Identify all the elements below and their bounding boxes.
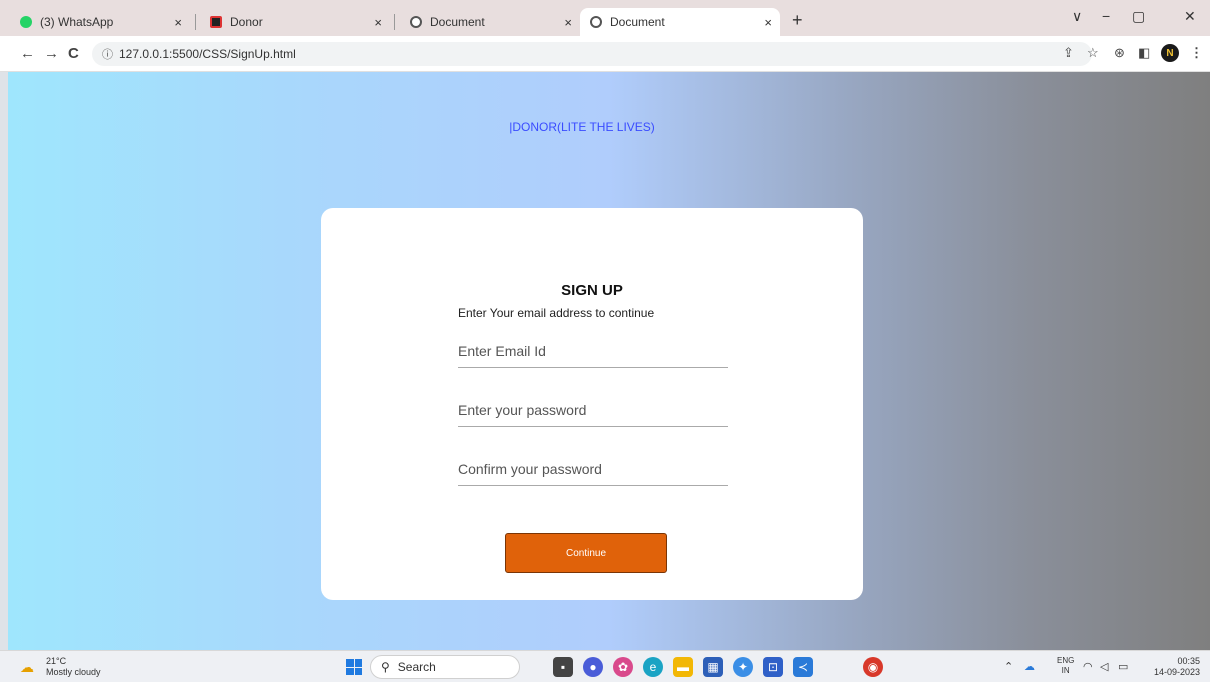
search-icon: ⚲ xyxy=(381,660,390,674)
lang-bottom: IN xyxy=(1061,666,1070,675)
browser-toolbar: ← → C ⓘ 127.0.0.1:5500/CSS/SignUp.html ⇪… xyxy=(0,36,1210,72)
signup-card: SIGN UP Enter Your email address to cont… xyxy=(321,208,863,600)
task-view-icon[interactable]: ▪ xyxy=(553,657,573,677)
windows-logo-icon xyxy=(354,659,362,667)
system-clock[interactable]: 00:35 14-09-2023 xyxy=(1148,656,1200,678)
close-window-icon[interactable]: ✕ xyxy=(1184,8,1196,25)
reload-icon[interactable]: C xyxy=(68,45,79,62)
weather-widget[interactable]: 21°C Mostly cloudy xyxy=(46,656,101,678)
windows-logo-icon xyxy=(346,659,354,667)
folder-icon[interactable]: ▬ xyxy=(673,657,693,677)
tab-title: Donor xyxy=(230,15,263,29)
volume-icon[interactable]: ◁ xyxy=(1100,660,1108,673)
battery-icon[interactable]: ▭ xyxy=(1118,660,1128,673)
signup-title: SIGN UP xyxy=(561,282,623,299)
share-icon[interactable]: ⇪ xyxy=(1063,45,1074,61)
vscode-icon[interactable]: ≺ xyxy=(793,657,813,677)
new-tab-button[interactable]: + xyxy=(792,10,803,31)
edge-icon[interactable]: e xyxy=(643,657,663,677)
whatsapp-icon xyxy=(20,16,32,28)
tab-search-icon[interactable]: ∨ xyxy=(1072,8,1082,25)
forward-icon[interactable]: → xyxy=(44,45,59,62)
confirm-password-field[interactable] xyxy=(458,452,728,486)
tab-title: Document xyxy=(610,15,665,29)
url-text: 127.0.0.1:5500/CSS/SignUp.html xyxy=(119,47,296,61)
lang-top: ENG xyxy=(1057,656,1075,665)
meet-icon[interactable]: ● xyxy=(583,657,603,677)
address-bar[interactable]: ⓘ 127.0.0.1:5500/CSS/SignUp.html xyxy=(92,42,1092,66)
tab-donor[interactable]: Donor × xyxy=(200,8,390,36)
tab-separator xyxy=(195,14,196,30)
photos-icon[interactable]: ✿ xyxy=(613,657,633,677)
email-field[interactable] xyxy=(458,334,728,368)
tab-separator xyxy=(394,14,395,30)
minimize-icon[interactable]: − xyxy=(1102,8,1110,24)
site-info-icon[interactable]: ⓘ xyxy=(102,46,113,62)
chrome-icon[interactable]: ◉ xyxy=(863,657,883,677)
store-icon[interactable]: ▦ xyxy=(703,657,723,677)
windows-logo-icon xyxy=(354,667,362,675)
weather-text: Mostly cloudy xyxy=(46,667,101,677)
tab-document-active[interactable]: Document × xyxy=(580,8,780,36)
close-tab-icon[interactable]: × xyxy=(564,15,572,30)
side-panel-icon[interactable]: ◧ xyxy=(1138,45,1150,61)
copilot-icon[interactable]: ✦ xyxy=(733,657,753,677)
globe-icon xyxy=(410,16,422,28)
bookmark-star-icon[interactable]: ☆ xyxy=(1087,45,1099,61)
globe-icon xyxy=(590,16,602,28)
language-indicator[interactable]: ENG IN xyxy=(1057,656,1074,676)
onedrive-icon[interactable]: ☁ xyxy=(1024,660,1035,673)
taskbar-search[interactable]: ⚲ Search xyxy=(370,655,520,679)
tab-title: Document xyxy=(430,15,485,29)
maximize-icon[interactable]: ▢ xyxy=(1132,8,1145,25)
menu-kebab-icon[interactable]: ⋮ xyxy=(1190,45,1203,61)
profile-avatar[interactable]: N xyxy=(1161,44,1179,62)
weather-icon[interactable]: ☁ xyxy=(20,659,34,676)
continue-button[interactable]: Continue xyxy=(505,533,667,573)
windows-taskbar: ☁ 21°C Mostly cloudy ⚲ Search ▪ ● ✿ e ▬ … xyxy=(0,650,1210,682)
show-hidden-icons[interactable]: ⌃ xyxy=(1004,660,1013,673)
browser-tab-strip: (3) WhatsApp × Donor × Document × Docume… xyxy=(0,0,1210,36)
clock-date: 14-09-2023 xyxy=(1153,667,1200,677)
brand-header: |DONOR(LITE THE LIVES) xyxy=(509,120,655,134)
tab-document-1[interactable]: Document × xyxy=(400,8,580,36)
close-tab-icon[interactable]: × xyxy=(764,15,772,30)
start-button[interactable] xyxy=(346,659,362,675)
page-viewport: |DONOR(LITE THE LIVES) SIGN UP Enter You… xyxy=(8,72,1210,650)
close-tab-icon[interactable]: × xyxy=(374,15,382,30)
search-label: Search xyxy=(397,660,436,674)
tab-whatsapp[interactable]: (3) WhatsApp × xyxy=(10,8,190,36)
donor-icon xyxy=(210,16,222,28)
windows-logo-icon xyxy=(346,667,354,675)
wifi-icon[interactable]: ◠ xyxy=(1083,660,1093,673)
back-icon[interactable]: ← xyxy=(20,45,35,62)
password-field[interactable] xyxy=(458,393,728,427)
close-tab-icon[interactable]: × xyxy=(174,15,182,30)
extensions-icon[interactable]: ⊛ xyxy=(1114,45,1125,61)
temperature-text: 21°C xyxy=(46,656,67,666)
clock-time: 00:35 xyxy=(1177,656,1200,666)
signup-subtitle: Enter Your email address to continue xyxy=(458,306,655,320)
gamebar-icon[interactable]: ⊡ xyxy=(763,657,783,677)
tab-title: (3) WhatsApp xyxy=(40,15,114,29)
